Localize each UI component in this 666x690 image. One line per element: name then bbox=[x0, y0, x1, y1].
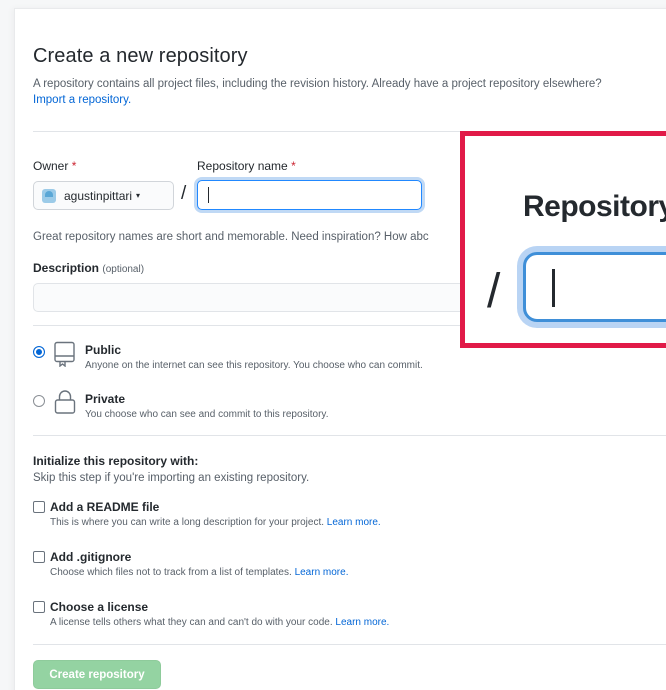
repository-name-label: Repository name * bbox=[197, 159, 296, 173]
gitignore-title: Add .gitignore bbox=[50, 550, 132, 564]
private-radio[interactable] bbox=[33, 395, 45, 407]
repository-name-required-mark: * bbox=[291, 159, 296, 173]
readme-description-text: This is where you can write a long descr… bbox=[50, 517, 325, 528]
readme-title: Add a README file bbox=[50, 500, 160, 514]
readme-description: This is where you can write a long descr… bbox=[50, 517, 381, 528]
initialize-heading: Initialize this repository with: bbox=[33, 454, 199, 468]
private-title: Private bbox=[85, 392, 126, 406]
repository-form-card: Create a new repository A repository con… bbox=[14, 8, 666, 690]
zoom-text-cursor bbox=[552, 269, 555, 307]
license-title: Choose a license bbox=[50, 600, 149, 614]
text-cursor bbox=[208, 187, 209, 203]
description-label-text: Description bbox=[33, 261, 100, 275]
license-description-text: A license tells others what they can and… bbox=[50, 617, 333, 628]
chevron-down-icon: ▾ bbox=[136, 191, 141, 200]
zoom-separator: / bbox=[487, 265, 501, 318]
repository-name-hint: Great repository names are short and mem… bbox=[33, 231, 429, 243]
owner-label-text: Owner bbox=[33, 159, 69, 173]
private-description: You choose who can see and commit to thi… bbox=[85, 409, 329, 420]
gitignore-description-text: Choose which files not to track from a l… bbox=[50, 567, 292, 578]
owner-value: agustinpittari bbox=[64, 188, 133, 203]
owner-select[interactable]: agustinpittari ▾ bbox=[33, 181, 174, 210]
repo-public-icon bbox=[54, 341, 75, 367]
public-description: Anyone on the internet can see this repo… bbox=[85, 360, 423, 371]
zoom-repository-name-input bbox=[523, 252, 666, 322]
owner-repo-separator: / bbox=[181, 183, 187, 204]
repository-name-label-text: Repository name bbox=[197, 159, 288, 173]
readme-learn-more-link[interactable]: Learn more. bbox=[327, 517, 381, 528]
license-checkbox[interactable] bbox=[33, 601, 45, 613]
gitignore-learn-more-link[interactable]: Learn more. bbox=[295, 567, 349, 578]
license-learn-more-link[interactable]: Learn more. bbox=[335, 617, 389, 628]
gitignore-description: Choose which files not to track from a l… bbox=[50, 567, 348, 578]
owner-label: Owner * bbox=[33, 159, 76, 173]
avatar bbox=[42, 188, 56, 203]
initialize-subheading: Skip this step if you're importing an ex… bbox=[33, 472, 310, 484]
public-title: Public bbox=[85, 343, 122, 357]
import-repository-link[interactable]: Import a repository. bbox=[33, 94, 131, 106]
description-label: Description (optional) bbox=[33, 261, 144, 275]
create-repository-button[interactable]: Create repository bbox=[33, 660, 161, 689]
page-title: Create a new repository bbox=[33, 45, 248, 67]
zoom-repository-label: Repository bbox=[523, 190, 666, 223]
zoom-callout: Repository / bbox=[460, 131, 666, 348]
page-subtitle: A repository contains all project files,… bbox=[33, 78, 602, 90]
divider bbox=[33, 435, 666, 436]
divider bbox=[33, 644, 666, 645]
owner-required-mark: * bbox=[71, 159, 77, 173]
lock-icon bbox=[54, 390, 76, 414]
description-optional-tag: (optional) bbox=[102, 264, 145, 275]
repository-name-input[interactable] bbox=[197, 180, 422, 210]
public-radio[interactable] bbox=[33, 346, 45, 358]
license-description: A license tells others what they can and… bbox=[50, 617, 389, 628]
readme-checkbox[interactable] bbox=[33, 501, 45, 513]
gitignore-checkbox[interactable] bbox=[33, 551, 45, 563]
